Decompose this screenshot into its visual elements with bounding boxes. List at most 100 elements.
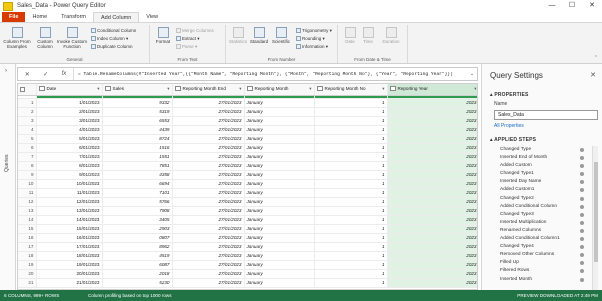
step-settings-gear-icon[interactable] bbox=[580, 204, 584, 209]
table-cell[interactable]: 15/01/2023 bbox=[36, 224, 103, 234]
applied-step[interactable]: Removed Other Columns bbox=[494, 251, 598, 259]
table-cell[interactable]: 2023 bbox=[387, 206, 477, 216]
table-cell[interactable]: 27/01/2023 bbox=[172, 134, 245, 144]
row-number[interactable]: 4 bbox=[18, 125, 37, 135]
table-cell[interactable]: 16/01/2023 bbox=[36, 233, 103, 243]
conditional-column-button[interactable]: Conditional Column bbox=[91, 28, 136, 34]
applied-step[interactable]: Added Conditional Column bbox=[494, 203, 598, 211]
table-cell[interactable]: 2023 bbox=[387, 215, 477, 225]
table-cell[interactable]: 27/01/2023 bbox=[172, 278, 245, 288]
applied-step[interactable]: Inserted Multiplication bbox=[494, 219, 598, 227]
table-cell[interactable]: 6/01/2023 bbox=[36, 143, 103, 153]
table-cell[interactable]: January bbox=[244, 152, 315, 162]
status-profiling-mode[interactable]: Column profiling based on top 1000 rows bbox=[88, 290, 172, 301]
duplicate-column-button[interactable]: Duplicate Column bbox=[91, 44, 133, 50]
table-cell[interactable]: 27/01/2023 bbox=[172, 233, 245, 243]
table-cell[interactable]: 9332 bbox=[102, 98, 173, 108]
table-cell[interactable]: 27/01/2023 bbox=[172, 260, 245, 270]
table-cell[interactable]: January bbox=[244, 260, 315, 270]
tab-file[interactable]: File bbox=[2, 12, 26, 22]
row-number[interactable]: 18 bbox=[18, 251, 37, 261]
table-cell[interactable]: 7851 bbox=[102, 161, 173, 171]
table-cell[interactable]: 2023 bbox=[387, 233, 477, 243]
row-number[interactable]: 17 bbox=[18, 242, 37, 252]
step-settings-gear-icon[interactable] bbox=[580, 188, 584, 193]
row-number[interactable]: 7 bbox=[18, 152, 37, 162]
step-settings-gear-icon[interactable] bbox=[580, 261, 584, 266]
table-row[interactable]: 15 15/01/2023 2903 27/01/2023 January 1 2023 bbox=[18, 224, 477, 234]
table-cell[interactable]: January bbox=[244, 179, 315, 189]
table-cell[interactable]: 7101 bbox=[102, 188, 173, 198]
table-cell[interactable]: 2023 bbox=[387, 143, 477, 153]
table-cell[interactable]: 1 bbox=[314, 134, 388, 144]
table-cell[interactable]: January bbox=[244, 242, 315, 252]
table-cell[interactable]: 2018 bbox=[102, 269, 173, 279]
table-row[interactable]: 5 5/01/2023 8724 27/01/2023 January 1 2023 bbox=[18, 134, 477, 144]
all-properties-link[interactable]: All Properties bbox=[494, 123, 524, 129]
row-number[interactable]: 3 bbox=[18, 116, 37, 126]
table-cell[interactable]: 2023 bbox=[387, 269, 477, 279]
applied-step[interactable]: Inserted End of Month bbox=[494, 154, 598, 162]
table-cell[interactable]: 1 bbox=[314, 197, 388, 207]
table-cell[interactable]: 3/01/2023 bbox=[36, 116, 103, 126]
step-settings-gear-icon[interactable] bbox=[580, 212, 584, 217]
filter-dropdown-icon[interactable]: ▾ bbox=[382, 86, 384, 92]
table-cell[interactable]: 8/01/2023 bbox=[36, 161, 103, 171]
table-cell[interactable]: 8724 bbox=[102, 134, 173, 144]
table-cell[interactable]: January bbox=[244, 134, 315, 144]
column-header-reporting-month[interactable]: Reporting Month ▾ bbox=[244, 84, 315, 96]
accept-formula-icon[interactable]: ✓ bbox=[43, 71, 48, 78]
table-cell[interactable]: 17/01/2023 bbox=[36, 242, 103, 252]
table-cell[interactable]: 27/01/2023 bbox=[172, 269, 245, 279]
cancel-formula-icon[interactable]: ✕ bbox=[25, 71, 30, 78]
table-cell[interactable]: January bbox=[244, 107, 315, 117]
table-cell[interactable]: January bbox=[244, 224, 315, 234]
table-cell[interactable]: 1 bbox=[314, 143, 388, 153]
table-cell[interactable]: January bbox=[244, 170, 315, 180]
table-cell[interactable]: 13/01/2023 bbox=[36, 206, 103, 216]
properties-section-header[interactable]: ▴ PROPERTIES bbox=[490, 92, 529, 98]
table-cell[interactable]: 4/01/2023 bbox=[36, 125, 103, 135]
table-row[interactable]: 20 20/01/2023 2018 27/01/2023 January 1 2023 bbox=[18, 269, 477, 279]
step-settings-gear-icon[interactable] bbox=[580, 148, 584, 152]
formula-input[interactable]: = Table.RenameColumns(#"Inserted Year",{… bbox=[74, 72, 467, 77]
index-column-button[interactable]: Index Column ▾ bbox=[91, 36, 128, 42]
table-cell[interactable]: 27/01/2023 bbox=[172, 170, 245, 180]
column-header-date[interactable]: Date ▾ bbox=[36, 84, 103, 96]
table-cell[interactable]: January bbox=[244, 161, 315, 171]
maximize-button[interactable]: ☐ bbox=[562, 0, 582, 12]
table-cell[interactable]: 27/01/2023 bbox=[172, 224, 245, 234]
row-number[interactable]: 14 bbox=[18, 215, 37, 225]
row-number[interactable]: 6 bbox=[18, 143, 37, 153]
table-cell[interactable]: 2023 bbox=[387, 125, 477, 135]
scrollbar-thumb[interactable] bbox=[594, 162, 598, 262]
table-row[interactable]: 16 16/01/2023 0807 27/01/2023 January 1 2023 bbox=[18, 233, 477, 243]
step-settings-gear-icon[interactable] bbox=[580, 164, 584, 169]
table-cell[interactable]: 1 bbox=[314, 260, 388, 270]
applied-step[interactable]: Renamed Columns bbox=[494, 227, 598, 235]
step-settings-gear-icon[interactable] bbox=[580, 228, 584, 233]
table-cell[interactable]: 1 bbox=[314, 269, 388, 279]
row-number[interactable]: 19 bbox=[18, 260, 37, 270]
table-cell[interactable]: January bbox=[244, 278, 315, 288]
table-cell[interactable]: 11/01/2023 bbox=[36, 188, 103, 198]
table-cell[interactable]: 4439 bbox=[102, 125, 173, 135]
step-settings-gear-icon[interactable] bbox=[580, 196, 584, 201]
row-number[interactable]: 16 bbox=[18, 233, 37, 243]
table-cell[interactable]: 3405 bbox=[102, 215, 173, 225]
step-settings-gear-icon[interactable] bbox=[580, 180, 584, 185]
table-row[interactable]: 19 19/01/2023 6087 27/01/2023 January 1 2023 bbox=[18, 260, 477, 270]
table-cell[interactable]: 27/01/2023 bbox=[172, 116, 245, 126]
table-cell[interactable]: 1 bbox=[314, 188, 388, 198]
table-row[interactable]: 7 7/01/2023 1551 27/01/2023 January 1 2023 bbox=[18, 152, 477, 162]
custom-column-button[interactable]: Custom Column bbox=[34, 27, 56, 49]
column-header-reporting-month-end[interactable]: Reporting Month End ▾ bbox=[172, 84, 245, 96]
table-cell[interactable]: 9/01/2023 bbox=[36, 170, 103, 180]
table-cell[interactable]: 27/01/2023 bbox=[172, 197, 245, 207]
row-number[interactable]: 8 bbox=[18, 161, 37, 171]
table-cell[interactable]: 8962 bbox=[102, 242, 173, 252]
table-row[interactable]: 1 1/01/2023 9332 27/01/2023 January 1 2023 bbox=[18, 98, 477, 108]
tab-view[interactable]: View bbox=[139, 12, 165, 22]
table-cell[interactable]: 27/01/2023 bbox=[172, 188, 245, 198]
step-settings-gear-icon[interactable] bbox=[580, 253, 584, 258]
